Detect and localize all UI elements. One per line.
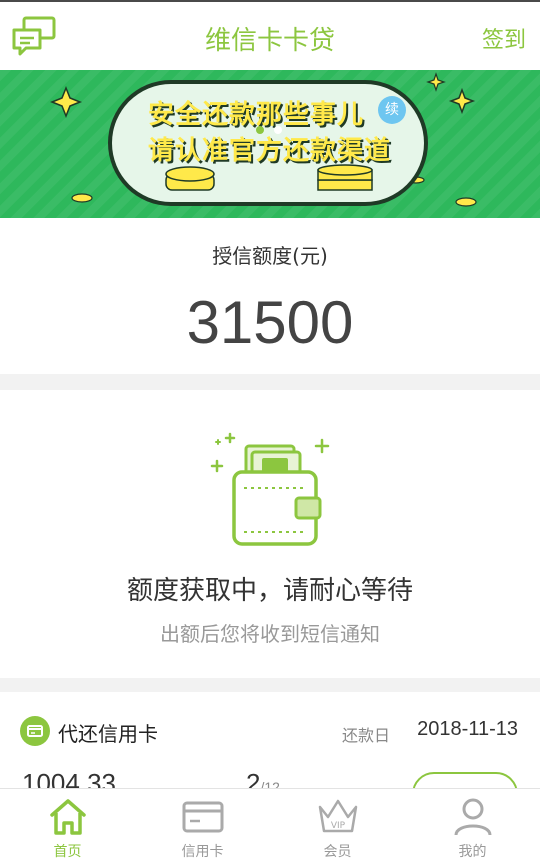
credit-card-icon — [182, 797, 224, 837]
banner-subheadline: 请认准官方还款渠道 — [148, 136, 392, 166]
promo-banner[interactable]: 安全还款那些事儿 续 请认准官方还款渠道 — [0, 70, 540, 218]
credit-limit-label: 授信额度(元) — [212, 244, 328, 268]
credit-card-icon — [20, 716, 50, 746]
home-icon — [47, 797, 89, 837]
tab-credit-card-label: 信用卡 — [181, 844, 224, 860]
tab-vip[interactable]: VIP 会员 — [270, 789, 405, 860]
carousel-dot-active[interactable] — [256, 126, 264, 134]
banner-seal: 续 — [378, 96, 406, 124]
limit-pending-panel: 额度获取中，请耐心等待 出额后您将收到短信通知 — [0, 390, 540, 678]
signin-button[interactable]: 签到 — [482, 22, 526, 54]
svg-text:VIP: VIP — [331, 821, 346, 831]
due-date-value: 2018-11-13 — [417, 718, 518, 740]
due-date-label: 还款日 — [342, 726, 391, 745]
pending-sub-message: 出额后您将收到短信通知 — [160, 622, 380, 646]
bottom-tab-bar: 首页 信用卡 VIP 会员 我的 — [0, 788, 540, 860]
repay-card-title: 代还信用卡 — [58, 722, 158, 746]
credit-limit-panel: 授信额度(元) 31500 — [0, 218, 540, 374]
carousel-dot[interactable] — [274, 126, 282, 134]
page-title: 维信卡卡贷 — [204, 26, 335, 56]
tab-profile-label: 我的 — [458, 844, 487, 860]
tab-credit-card[interactable]: 信用卡 — [135, 789, 270, 860]
tab-home-label: 首页 — [53, 844, 82, 860]
top-bar: 维信卡卡贷 签到 — [0, 0, 540, 70]
user-icon — [452, 797, 494, 837]
wallet-icon — [200, 432, 340, 550]
pending-message: 额度获取中，请耐心等待 — [126, 576, 413, 606]
credit-limit-amount: 31500 — [186, 289, 354, 356]
tab-home[interactable]: 首页 — [0, 789, 135, 860]
app-screen: 维信卡卡贷 签到 安全还款那些事儿 续 请认准官方还款渠道 授信额度(元) 31… — [0, 0, 540, 860]
vip-crown-icon: VIP — [317, 797, 359, 837]
tab-vip-label: 会员 — [323, 844, 352, 860]
banner-headline: 安全还款那些事儿 — [148, 100, 365, 130]
tab-profile[interactable]: 我的 — [405, 789, 540, 860]
